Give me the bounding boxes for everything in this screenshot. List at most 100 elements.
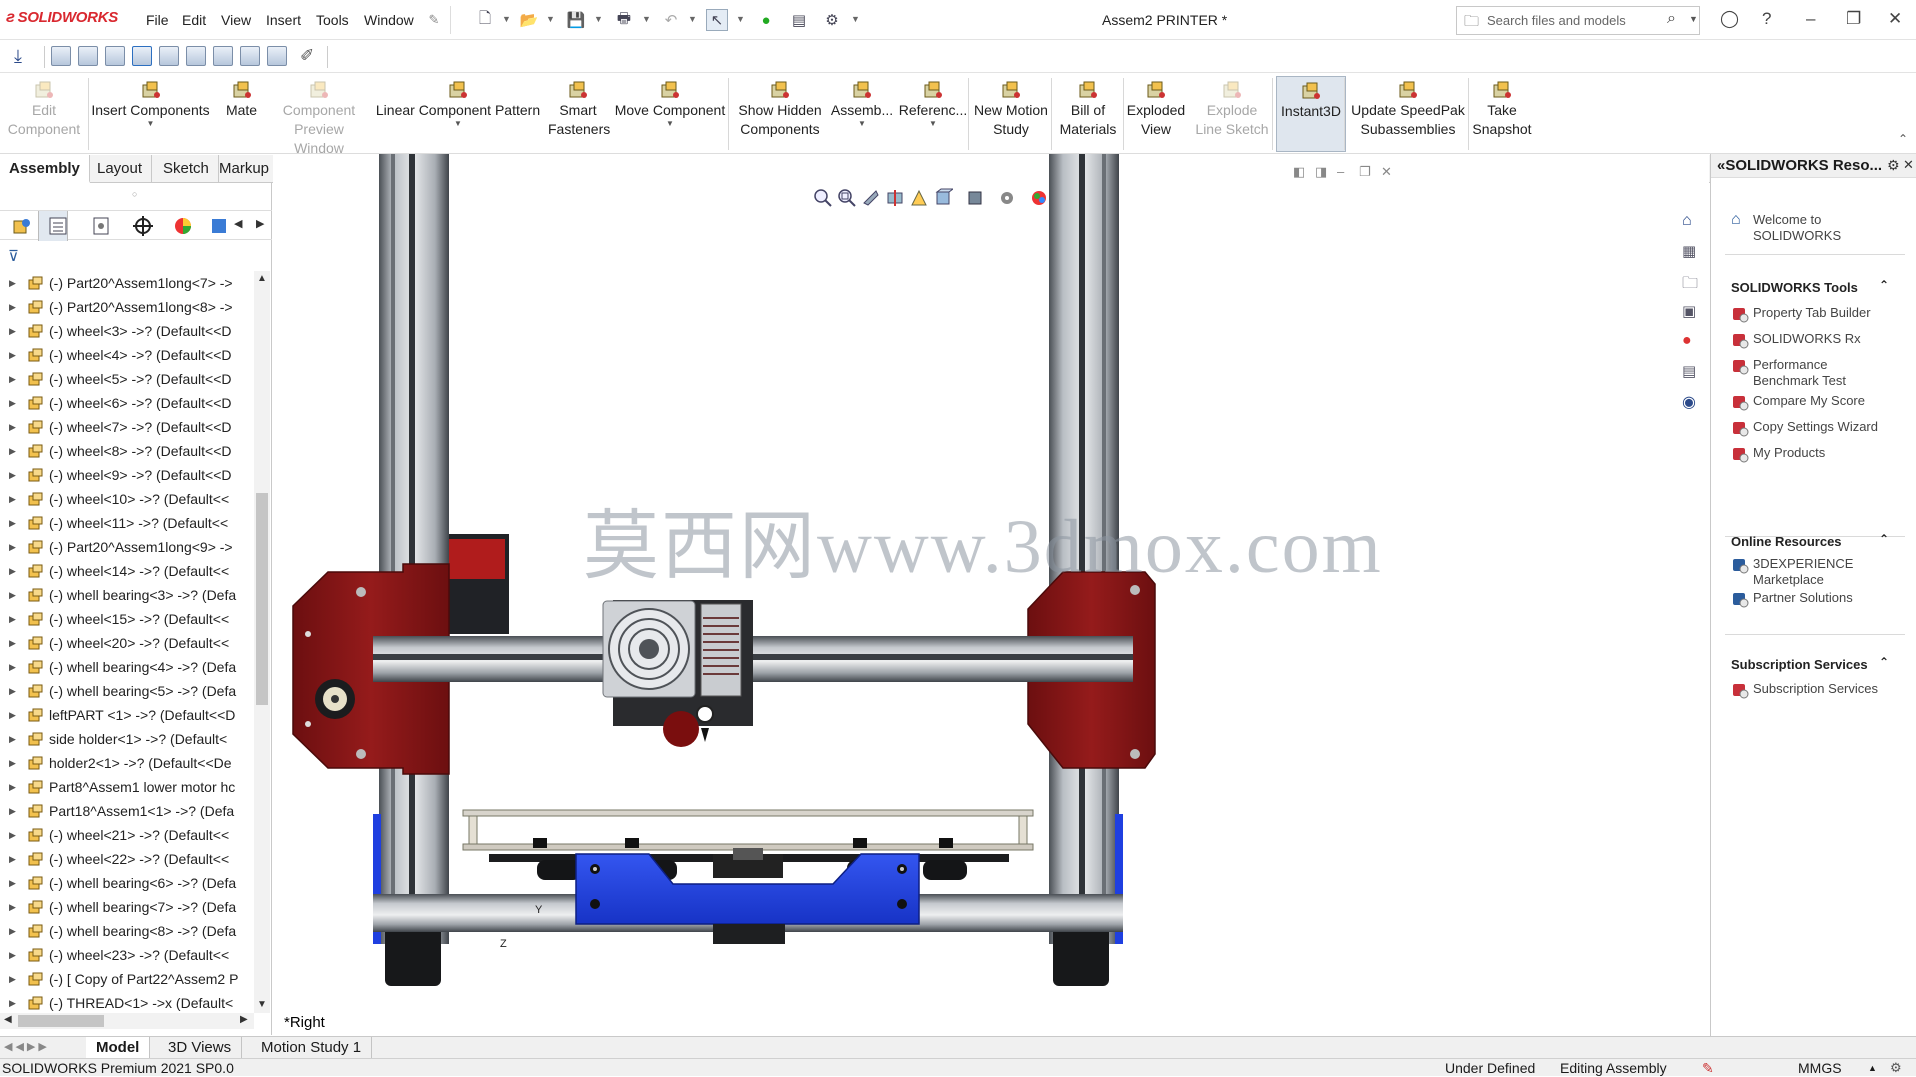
chevron-down-icon[interactable]: ▼ <box>688 14 697 24</box>
cmd-insert-components-button[interactable]: Insert Components ▼ <box>88 76 213 152</box>
tree-item[interactable]: ▶ (-) wheel<5> ->? (Default<<D <box>0 367 254 391</box>
tree-item[interactable]: ▶ (-) whell bearing<3> ->? (Defa <box>0 583 254 607</box>
tree-item[interactable]: ▶ (-) wheel<10> ->? (Default<< <box>0 487 254 511</box>
design-library-tab-icon[interactable]: ▦ <box>1682 242 1704 264</box>
expand-arrow-icon[interactable]: ▶ <box>9 775 16 799</box>
cmd-bill-of-materials-button[interactable]: Bill of Materials <box>1052 76 1124 152</box>
scrollbar-thumb[interactable] <box>256 493 268 705</box>
expand-arrow-icon[interactable]: ▶ <box>9 583 16 607</box>
expand-arrow-icon[interactable]: ▶ <box>9 871 16 895</box>
expand-arrow-icon[interactable]: ▶ <box>9 319 16 343</box>
filter-icon[interactable]: ⊽ <box>8 247 19 265</box>
close-icon[interactable]: ✕ <box>1888 9 1902 29</box>
tree-item[interactable]: ▶ holder2<1> ->? (Default<<De <box>0 751 254 775</box>
tree-item[interactable]: ▶ (-) wheel<14> ->? (Default<< <box>0 559 254 583</box>
tree-item[interactable]: ▶ (-) wheel<20> ->? (Default<< <box>0 631 254 655</box>
cmd-snapshot-button[interactable]: Take Snapshot <box>1470 76 1534 152</box>
menu-insert[interactable]: Insert <box>266 12 301 28</box>
tree-item[interactable]: ▶ (-) wheel<22> ->? (Default<< <box>0 847 254 871</box>
expand-arrow-icon[interactable]: ▶ <box>9 295 16 319</box>
graphics-area[interactable]: ◧ ◨ – ❐ ✕ Y Z 莫西网www.3dmox.com <box>273 154 1709 1036</box>
search-box[interactable]: 🗀 Search files and models ⌕ ▼ <box>1456 6 1700 35</box>
tree-item[interactable]: ▶ (-) Part20^Assem1long<7> -> <box>0 271 254 295</box>
tree-item[interactable]: ▶ (-) whell bearing<7> ->? (Defa <box>0 895 254 919</box>
configuration-manager-tab-icon[interactable] <box>90 215 112 237</box>
tree-item[interactable]: ▶ (-) wheel<9> ->? (Default<<D <box>0 463 254 487</box>
rebuild-icon[interactable]: ● <box>755 9 777 31</box>
cmd-smart-fasteners-button[interactable]: Smart Fasteners <box>548 76 610 152</box>
tree-item[interactable]: ▶ (-) wheel<7> ->? (Default<<D <box>0 415 254 439</box>
pin-icon[interactable]: ✎ <box>423 9 445 31</box>
tree-item[interactable]: ▶ (-) wheel<8> ->? (Default<<D <box>0 439 254 463</box>
chevron-down-icon[interactable]: ▼ <box>828 120 896 128</box>
menu-file[interactable]: File <box>146 12 169 28</box>
cmd-edit-component-button[interactable]: Edit Component <box>0 76 88 152</box>
tab-scroll-left-icon[interactable]: ◀ <box>234 217 242 230</box>
cmd-move-component-button[interactable]: Move Component ▼ <box>608 76 732 152</box>
expand-arrow-icon[interactable]: ▶ <box>9 367 16 391</box>
file-properties-icon[interactable]: ▤ <box>788 9 810 31</box>
right-view-icon[interactable] <box>132 46 152 66</box>
expand-arrow-icon[interactable]: ▶ <box>9 679 16 703</box>
tree-item[interactable]: ▶ (-) wheel<21> ->? (Default<< <box>0 823 254 847</box>
expand-arrow-icon[interactable]: ▶ <box>9 919 16 943</box>
property-manager-tab-icon[interactable] <box>47 215 69 237</box>
tab-markup[interactable]: Markup <box>210 155 280 183</box>
expand-arrow-icon[interactable]: ▶ <box>9 607 16 631</box>
undo-icon[interactable]: ↶ <box>660 9 682 31</box>
tree-item[interactable]: ▶ (-) wheel<23> ->? (Default<< <box>0 943 254 967</box>
minimize-icon[interactable]: – <box>1806 9 1815 29</box>
expand-arrow-icon[interactable]: ▶ <box>9 439 16 463</box>
new-document-icon[interactable]: 🗋 <box>474 9 496 31</box>
task-pane-header[interactable]: «SOLIDWORKS Reso... <box>1711 154 1916 178</box>
account-icon[interactable]: ◯ <box>1720 9 1739 29</box>
feature-manager-tab-icon[interactable] <box>11 215 33 237</box>
chevron-down-icon[interactable]: ▼ <box>736 14 745 24</box>
status-options-icon[interactable]: ⚙ <box>1890 1059 1902 1077</box>
collapse-icon[interactable]: ⌃ <box>1879 532 1889 546</box>
bottom-view-icon[interactable] <box>186 46 206 66</box>
chevron-down-icon[interactable]: ▼ <box>594 14 603 24</box>
solidworks-logo[interactable]: ƨ SOLIDWORKS <box>6 9 118 27</box>
scroll-left-icon[interactable]: ◀ <box>4 1014 12 1025</box>
tab-model[interactable]: Model <box>86 1037 151 1059</box>
view-orientation-icon[interactable]: ⤓ <box>14 46 22 67</box>
tree-item[interactable]: ▶ (-) whell bearing<4> ->? (Defa <box>0 655 254 679</box>
search-icon[interactable]: ⌕ <box>1667 10 1676 28</box>
chevron-down-icon[interactable]: ▼ <box>546 14 555 24</box>
top-view-icon[interactable] <box>159 46 179 66</box>
rebuild-status-icon[interactable]: ✎ <box>1702 1059 1714 1077</box>
tree-item[interactable]: ▶ (-) wheel<6> ->? (Default<<D <box>0 391 254 415</box>
tree-item[interactable]: ▶ (-) whell bearing<8> ->? (Defa <box>0 919 254 943</box>
tree-horizontal-scrollbar[interactable]: ◀ ▶ <box>0 1013 254 1029</box>
cmd-assembly-features-button[interactable]: Assemb... ▼ <box>828 76 896 152</box>
scroll-right-icon[interactable]: ▶ <box>240 1014 248 1025</box>
expand-arrow-icon[interactable]: ▶ <box>9 559 16 583</box>
expand-arrow-icon[interactable]: ▶ <box>9 631 16 655</box>
tab-scroll-right-icon[interactable]: ▶ <box>256 217 264 230</box>
tab-3d-views[interactable]: 3D Views <box>158 1037 243 1059</box>
front-view-icon[interactable] <box>51 46 71 66</box>
subscription-section-header[interactable]: Subscription Services ⌃ <box>1731 655 1889 672</box>
cmd-instant3d-button[interactable]: Instant3D <box>1276 76 1346 152</box>
expand-arrow-icon[interactable]: ▶ <box>9 799 16 823</box>
scrollbar-thumb[interactable] <box>18 1015 104 1027</box>
chevron-down-icon[interactable]: ▼ <box>642 14 651 24</box>
expand-arrow-icon[interactable]: ▶ <box>9 535 16 559</box>
task-pane-options-icon[interactable]: ⚙ <box>1887 157 1900 174</box>
file-explorer-tab-icon[interactable]: 🗀 <box>1682 272 1704 294</box>
tab-navigation-icon[interactable]: ◀◀▶▶ <box>4 1040 50 1053</box>
expand-arrow-icon[interactable]: ▶ <box>9 991 16 1013</box>
expand-arrow-icon[interactable]: ▶ <box>9 751 16 775</box>
chevron-down-icon[interactable]: ▼ <box>88 120 213 128</box>
expand-arrow-icon[interactable]: ▶ <box>9 943 16 967</box>
tree-item[interactable]: ▶ (-) wheel<3> ->? (Default<<D <box>0 319 254 343</box>
isometric-view-icon[interactable] <box>213 46 233 66</box>
expand-arrow-icon[interactable]: ▶ <box>9 655 16 679</box>
expand-arrow-icon[interactable]: ▶ <box>9 511 16 535</box>
expand-arrow-icon[interactable]: ▶ <box>9 415 16 439</box>
display-manager-tab-icon[interactable] <box>172 215 194 237</box>
select-icon[interactable]: ↖ <box>706 9 728 31</box>
collapse-icon[interactable]: ⌃ <box>1879 278 1889 292</box>
cmd-linear-pattern-button[interactable]: Linear Component Pattern ▼ <box>368 76 548 152</box>
